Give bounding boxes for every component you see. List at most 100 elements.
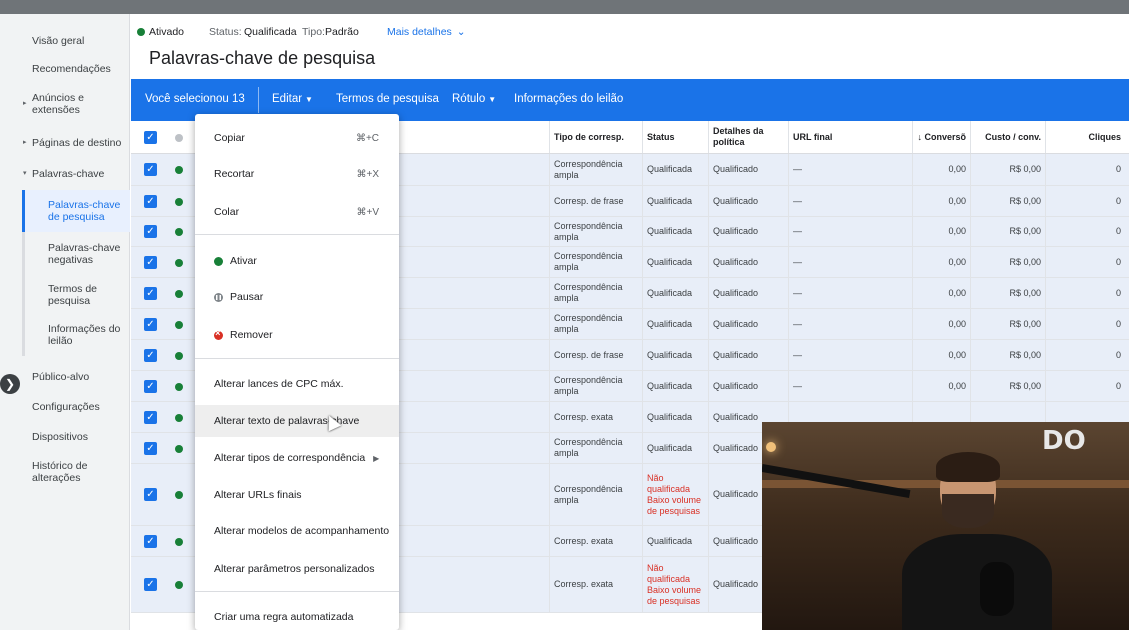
sidebar-item-label: Páginas de destino — [32, 137, 122, 149]
enabled-dot-icon — [175, 198, 183, 206]
sidebar-item-settings[interactable]: Configurações — [10, 396, 130, 418]
menu-divider — [195, 358, 399, 359]
enabled-dot-icon — [175, 581, 183, 589]
menu-item-label: Alterar URLs finais — [214, 489, 302, 501]
match-type-cell: Correspondência ampla — [549, 371, 642, 401]
status-cell: Qualificada — [642, 526, 708, 556]
enabled-dot-icon — [137, 28, 145, 36]
type-value: Padrão — [325, 26, 359, 38]
sidebar-item-label: Visão geral — [32, 35, 85, 47]
menu-item-change-custom-params[interactable]: Alterar parâmetros personalizados — [195, 553, 399, 585]
edit-dropdown-button[interactable]: Editar ▼ — [272, 93, 313, 105]
menu-item-remove[interactable]: Remover — [195, 319, 399, 351]
collapse-sidebar-button[interactable]: ❯ — [0, 374, 20, 394]
conversions-cell: 0,00 — [912, 309, 970, 339]
edit-context-menu: Copiar ⌘+C Recortar ⌘+X Colar ⌘+V Ativar Pa… — [195, 114, 399, 630]
sidebar-item-label: Público-alvo — [32, 371, 90, 383]
label-dropdown-button[interactable]: Rótulo ▼ — [452, 93, 496, 105]
sidebar-item-search-keywords[interactable]: Palavras-chave de pesquisa — [22, 190, 130, 232]
row-checkbox[interactable]: ✓ — [144, 578, 157, 591]
status-cell: Não qualificada Baixo volume de pesquisa… — [642, 464, 708, 525]
menu-item-change-final-urls[interactable]: Alterar URLs finais — [195, 479, 399, 511]
edit-label: Editar — [272, 93, 303, 105]
row-checkbox[interactable]: ✓ — [144, 411, 157, 424]
menu-item-change-match-types[interactable]: Alterar tipos de correspondência ▶ — [195, 442, 399, 474]
sidebar-item-audiences[interactable]: Público-alvo — [10, 366, 130, 388]
sidebar-item-change-history[interactable]: Histórico de alterações — [10, 458, 130, 486]
row-checkbox[interactable]: ✓ — [144, 287, 157, 300]
menu-item-change-tracking-templates[interactable]: Alterar modelos de acompanhamento — [195, 515, 399, 547]
col-header-conversions[interactable]: ↓ Conversõ — [912, 121, 970, 153]
menu-item-label: Remover — [230, 329, 273, 341]
final-url-cell: — — [788, 154, 912, 185]
enabled-dot-icon — [175, 538, 183, 546]
col-header-cost-conv[interactable]: Custo / conv. — [970, 121, 1045, 153]
col-header-policy[interactable]: Detalhes da política — [708, 121, 788, 153]
row-checkbox[interactable]: ✓ — [144, 318, 157, 331]
menu-item-cut[interactable]: Recortar ⌘+X — [195, 158, 399, 190]
sidebar-item-label: Palavras-chave — [32, 168, 105, 180]
policy-cell: Qualificado — [708, 217, 788, 246]
enabled-dot-icon — [175, 321, 183, 329]
menu-item-create-rule[interactable]: Criar uma regra automatizada — [195, 601, 399, 630]
auction-info-button[interactable]: Informações do leilão — [514, 93, 623, 105]
row-checkbox[interactable]: ✓ — [144, 195, 157, 208]
sidebar-item-overview[interactable]: Visão geral — [10, 30, 130, 52]
status-cell: Qualificada — [642, 154, 708, 185]
more-details-label: Mais detalhes — [387, 26, 452, 38]
sidebar-item-ads-extensions[interactable]: ▸ Anúncios e extensões — [10, 90, 130, 118]
match-type-cell: Corresp. de frase — [549, 340, 642, 370]
menu-item-change-max-cpc[interactable]: Alterar lances de CPC máx. — [195, 368, 399, 400]
match-type-cell: Correspondência ampla — [549, 217, 642, 246]
sidebar-item-recommendations[interactable]: Recomendações — [10, 58, 130, 80]
row-checkbox[interactable]: ✓ — [144, 163, 157, 176]
row-checkbox[interactable]: ✓ — [144, 380, 157, 393]
search-terms-button[interactable]: Termos de pesquisa — [336, 93, 439, 105]
menu-item-label: Ativar — [230, 255, 257, 267]
sidebar-item-keywords[interactable]: ▾ Palavras-chave — [10, 163, 130, 185]
row-checkbox[interactable]: ✓ — [144, 225, 157, 238]
conversions-cell: 0,00 — [912, 247, 970, 277]
sidebar-item-negative-keywords[interactable]: Palavras-chave negativas — [22, 232, 130, 276]
presenter-shirt: subido — [902, 534, 1052, 630]
menu-item-change-keyword-text[interactable]: Alterar texto de palavras-chave — [195, 405, 399, 437]
menu-item-enable[interactable]: Ativar — [195, 245, 399, 277]
sidebar-item-auction-insights[interactable]: Informações do leilão — [22, 314, 130, 356]
sidebar-item-landing-pages[interactable]: ▸ Páginas de destino — [10, 132, 130, 154]
menu-item-copy[interactable]: Copiar ⌘+C — [195, 122, 399, 154]
cost-conv-cell: R$ 0,00 — [970, 217, 1045, 246]
row-checkbox[interactable]: ✓ — [144, 349, 157, 362]
enabled-dot-icon — [175, 166, 183, 174]
row-checkbox[interactable]: ✓ — [144, 488, 157, 501]
col-header-status[interactable]: Status — [642, 121, 708, 153]
menu-item-paste[interactable]: Colar ⌘+V — [195, 196, 399, 228]
policy-cell: Qualificado — [708, 278, 788, 308]
sidebar-item-label: Anúncios e extensões — [32, 92, 84, 116]
menu-item-pause[interactable]: Pausar — [195, 281, 399, 313]
status-cell: Qualificada — [642, 186, 708, 216]
menu-item-label: Copiar — [214, 132, 245, 144]
col-header-clicks[interactable]: Cliques — [1045, 121, 1125, 153]
policy-cell: Qualificado — [708, 309, 788, 339]
sidebar-item-devices[interactable]: Dispositivos — [10, 426, 130, 448]
col-header-final-url[interactable]: URL final — [788, 121, 912, 153]
col-header-match-type[interactable]: Tipo de corresp. — [549, 121, 642, 153]
status-badge: Ativado — [137, 26, 184, 38]
enabled-dot-icon — [175, 414, 183, 422]
shortcut-label: ⌘+C — [355, 132, 379, 144]
row-checkbox[interactable]: ✓ — [144, 535, 157, 548]
more-details-link[interactable]: Mais detalhes ⌄ — [387, 26, 466, 38]
menu-divider — [195, 234, 399, 235]
chevron-down-icon: ▾ — [23, 170, 27, 177]
row-checkbox[interactable]: ✓ — [144, 442, 157, 455]
select-all-checkbox[interactable]: ✓ — [144, 131, 157, 144]
divider — [258, 87, 259, 113]
row-checkbox[interactable]: ✓ — [144, 256, 157, 269]
cost-conv-cell: R$ 0,00 — [970, 247, 1045, 277]
sidebar-item-search-terms[interactable]: Termos de pesquisa — [22, 276, 130, 314]
presenter-beard — [942, 494, 994, 528]
enabled-dot-icon — [175, 352, 183, 360]
sidebar-item-label: Histórico de alterações — [32, 460, 88, 484]
enabled-dot-icon — [175, 259, 183, 267]
sidebar-item-label: Termos de pesquisa — [48, 283, 98, 307]
